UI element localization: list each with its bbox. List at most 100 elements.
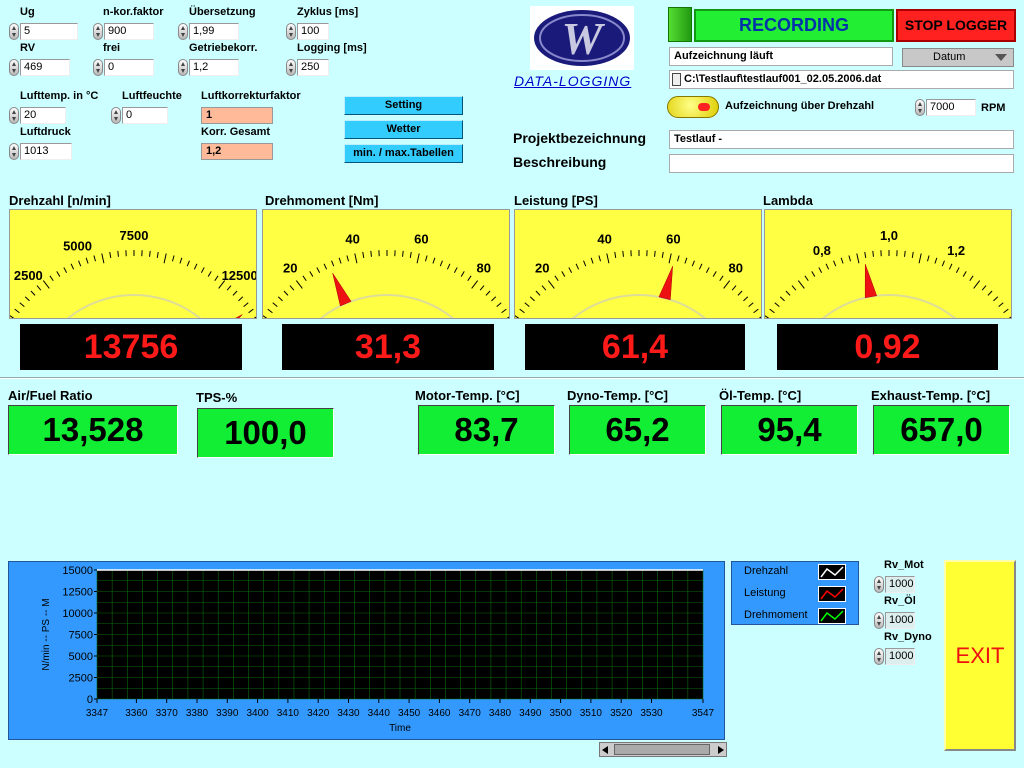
y-tick-label: 2500 [69, 673, 93, 685]
gauge-tick [49, 275, 54, 282]
chart-scrollbar[interactable] [599, 742, 727, 757]
gauge-tick [289, 285, 295, 291]
zyklus-control[interactable]: 100 [286, 23, 329, 40]
lambda-gauge: 0,50,81,01,21,5 [764, 209, 1012, 319]
spinner-icon[interactable] [874, 576, 884, 593]
stop-logger-button[interactable]: STOP LOGGER [896, 9, 1016, 42]
n-kor-faktor-control[interactable]: 900 [93, 23, 154, 40]
rv-input[interactable]: 469 [20, 59, 70, 76]
gauge-tick [156, 251, 159, 258]
wetter-button[interactable]: Wetter [344, 120, 463, 139]
n-kor-faktor-label: n-kor.faktor [103, 6, 164, 18]
ug-input[interactable]: 5 [20, 23, 78, 40]
spinner-icon[interactable] [111, 107, 121, 124]
gauge-tick [575, 263, 580, 270]
x-tick-label: 3420 [307, 708, 330, 719]
min-max-tabellen-button[interactable]: min. / max.Tabellen [344, 144, 463, 163]
rpm-input[interactable]: 7000 [926, 99, 976, 116]
spinner-icon[interactable] [874, 648, 884, 665]
legend-leistung-swatch [818, 586, 846, 602]
gauge-needle [658, 266, 673, 301]
luftfeuchte-control[interactable]: 0 [111, 107, 168, 124]
datum-select[interactable]: Datum [902, 48, 1014, 67]
gauge-tick [460, 271, 465, 277]
gauge-tick [769, 308, 775, 314]
scroll-left-icon[interactable] [602, 746, 608, 754]
frei-control[interactable]: 0 [93, 59, 154, 76]
gauge-tick [791, 285, 797, 291]
rv-oel-control[interactable]: 1000 [874, 612, 915, 629]
gauge-tick [425, 255, 428, 262]
spinner-icon[interactable] [915, 99, 925, 116]
lufttemp-input[interactable]: 20 [20, 107, 66, 124]
gauge-tick [277, 296, 283, 302]
setting-button[interactable]: Setting [344, 96, 463, 115]
x-tick-label: 3500 [549, 708, 572, 719]
y-tick-label: 15000 [62, 565, 93, 577]
spinner-icon[interactable] [9, 107, 19, 124]
gauge-tick [804, 275, 809, 282]
frei-input[interactable]: 0 [104, 59, 154, 76]
gauge-tick [941, 260, 945, 267]
luftdruck-input[interactable]: 1013 [20, 143, 72, 160]
gauge-tick [684, 257, 688, 264]
ubersetzung-input[interactable]: 1,99 [189, 23, 239, 40]
lufttemp-control[interactable]: 20 [9, 107, 66, 124]
chart-legend: Drehzahl Leistung Drehmoment [731, 561, 859, 625]
spinner-icon[interactable] [93, 59, 103, 76]
ug-label: Ug [20, 6, 35, 18]
spinner-icon[interactable] [286, 23, 296, 40]
trigger-toggle[interactable] [667, 96, 719, 118]
logging-input[interactable]: 250 [297, 59, 329, 76]
rpm-control[interactable]: 7000 [915, 99, 976, 116]
getriebekorr-control[interactable]: 1,2 [178, 59, 239, 76]
gauge-tick [698, 263, 703, 270]
ubersetzung-control[interactable]: 1,99 [178, 23, 239, 40]
rv-oel-input[interactable]: 1000 [885, 612, 915, 629]
rv-dyno-control[interactable]: 1000 [874, 648, 915, 665]
legend-drehmoment-swatch [818, 608, 846, 624]
luftdruck-control[interactable]: 1013 [9, 143, 72, 160]
ug-control[interactable]: 5 [9, 23, 78, 40]
getriebekorr-input[interactable]: 1,2 [189, 59, 239, 76]
gauge-tick [14, 308, 20, 314]
spinner-icon[interactable] [93, 23, 103, 40]
spinner-icon[interactable] [286, 59, 296, 76]
spinner-icon[interactable] [178, 59, 188, 76]
gauge-tick [554, 275, 559, 282]
n-kor-faktor-input[interactable]: 900 [104, 23, 154, 40]
exit-button[interactable]: EXIT [944, 560, 1016, 751]
file-path-field[interactable]: C:\Testlauf\testlauf001_02.05.2006.dat [669, 70, 1014, 89]
gauge-tick [934, 257, 938, 264]
spinner-icon[interactable] [9, 143, 19, 160]
gauge-tick [214, 275, 219, 282]
gauge-tick [872, 250, 874, 257]
gauge-tick [101, 253, 105, 264]
rv-control[interactable]: 469 [9, 59, 70, 76]
spinner-icon[interactable] [874, 612, 884, 629]
rv-mot-control[interactable]: 1000 [874, 576, 915, 593]
scroll-right-icon[interactable] [718, 746, 724, 754]
ubersetzung-label: Übersetzung [189, 6, 256, 18]
projektbezeichnung-input[interactable]: Testlauf - [669, 130, 1014, 149]
luftfeuchte-input[interactable]: 0 [122, 107, 168, 124]
gauge-tick [93, 255, 96, 262]
logo-icon: W [534, 10, 630, 66]
beschreibung-input[interactable] [669, 154, 1014, 173]
logging-control[interactable]: 250 [286, 59, 329, 76]
spinner-icon[interactable] [9, 23, 19, 40]
spinner-icon[interactable] [9, 59, 19, 76]
legend-drehmoment-label: Drehmoment [744, 609, 808, 621]
recording-button[interactable]: RECORDING [694, 9, 894, 42]
gauge-tick [24, 296, 30, 302]
rv-mot-input[interactable]: 1000 [885, 576, 915, 593]
scroll-thumb[interactable] [614, 744, 710, 755]
gauge-tick [56, 271, 61, 277]
gauge-tick [848, 255, 851, 262]
zyklus-input[interactable]: 100 [297, 23, 329, 40]
gauge-tick [485, 290, 491, 296]
gauge-tick [622, 250, 624, 257]
x-tick-label: 3547 [692, 708, 715, 719]
rv-dyno-input[interactable]: 1000 [885, 648, 915, 665]
spinner-icon[interactable] [178, 23, 188, 40]
